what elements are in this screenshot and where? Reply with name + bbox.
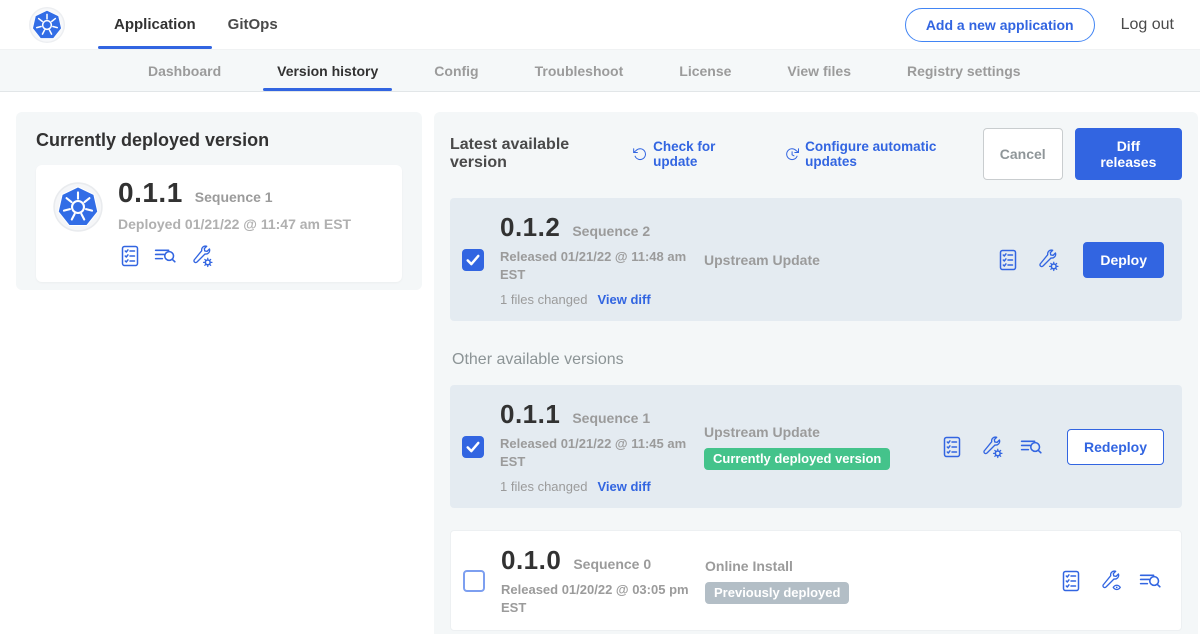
header-tabs: Application GitOps xyxy=(98,0,294,49)
version-checkbox[interactable] xyxy=(463,570,485,592)
released-timestamp: Released 01/20/22 @ 03:05 pm EST xyxy=(501,581,691,616)
currently-deployed-card: Currently deployed version xyxy=(16,112,422,290)
configure-automatic-updates-link[interactable]: Configure automatic updates xyxy=(784,139,983,169)
deploy-logs-icon[interactable] xyxy=(153,243,178,268)
view-config-wrench-eye-icon[interactable] xyxy=(1098,568,1123,593)
sequence-label: Sequence 2 xyxy=(572,223,650,239)
config-wrench-gear-icon[interactable] xyxy=(189,243,214,268)
preflight-checklist-icon[interactable] xyxy=(996,248,1020,272)
version-row-0-1-2: 0.1.2 Sequence 2 Released 01/21/22 @ 11:… xyxy=(450,198,1182,321)
cancel-button[interactable]: Cancel xyxy=(983,128,1063,180)
app-kubernetes-icon xyxy=(52,181,104,233)
released-timestamp: Released 01/21/22 @ 11:45 am EST xyxy=(500,435,690,470)
preflight-checklist-icon[interactable] xyxy=(118,244,142,268)
version-source-label: Upstream Update xyxy=(704,252,940,268)
tab-version-history[interactable]: Version history xyxy=(257,50,398,91)
deployed-sequence-label: Sequence 1 xyxy=(195,189,273,205)
tab-troubleshoot[interactable]: Troubleshoot xyxy=(515,50,644,91)
other-versions-title: Other available versions xyxy=(452,351,1182,369)
add-new-application-button[interactable]: Add a new application xyxy=(905,8,1095,42)
top-header: Application GitOps Add a new application… xyxy=(0,0,1200,50)
view-diff-link[interactable]: View diff xyxy=(597,479,650,494)
tab-license[interactable]: License xyxy=(659,50,751,91)
files-changed-label: 1 files changed xyxy=(500,479,587,494)
deployed-version-number: 0.1.1 xyxy=(118,177,183,209)
version-number: 0.1.1 xyxy=(500,399,560,430)
version-history-panel: Latest available version Check for updat… xyxy=(434,112,1198,634)
version-row-0-1-0: 0.1.0 Sequence 0 Released 01/20/22 @ 03:… xyxy=(450,530,1182,631)
tab-dashboard[interactable]: Dashboard xyxy=(128,50,241,91)
tab-view-files[interactable]: View files xyxy=(767,50,871,91)
released-timestamp: Released 01/21/22 @ 11:48 am EST xyxy=(500,248,690,283)
deployed-version-box: 0.1.1 Sequence 1 Deployed 01/21/22 @ 11:… xyxy=(36,165,402,282)
deploy-logs-icon[interactable] xyxy=(1138,568,1163,593)
version-row-0-1-1: 0.1.1 Sequence 1 Released 01/21/22 @ 11:… xyxy=(450,385,1182,508)
version-source-label: Online Install xyxy=(705,558,941,574)
currently-deployed-badge: Currently deployed version xyxy=(704,448,890,470)
preflight-checklist-icon[interactable] xyxy=(940,435,964,459)
tab-gitops[interactable]: GitOps xyxy=(212,0,294,49)
version-checkbox[interactable] xyxy=(462,436,484,458)
deploy-button[interactable]: Deploy xyxy=(1083,242,1164,278)
previously-deployed-badge: Previously deployed xyxy=(705,582,849,604)
logout-link[interactable]: Log out xyxy=(1121,16,1174,34)
config-wrench-gear-icon[interactable] xyxy=(979,434,1004,459)
version-number: 0.1.2 xyxy=(500,212,560,243)
tab-application[interactable]: Application xyxy=(98,0,212,49)
version-source-label: Upstream Update xyxy=(704,424,940,440)
latest-available-title: Latest available version xyxy=(450,136,622,172)
redeploy-button[interactable]: Redeploy xyxy=(1067,429,1164,465)
view-diff-link[interactable]: View diff xyxy=(597,292,650,307)
sequence-label: Sequence 1 xyxy=(572,410,650,426)
sequence-label: Sequence 0 xyxy=(573,556,651,572)
version-checkbox[interactable] xyxy=(462,249,484,271)
tab-registry-settings[interactable]: Registry settings xyxy=(887,50,1041,91)
version-number: 0.1.0 xyxy=(501,545,561,576)
currently-deployed-title: Currently deployed version xyxy=(36,130,402,151)
files-changed-label: 1 files changed xyxy=(500,292,587,307)
deploy-logs-icon[interactable] xyxy=(1019,434,1044,459)
deployed-timestamp: Deployed 01/21/22 @ 11:47 am EST xyxy=(118,216,351,232)
preflight-checklist-icon[interactable] xyxy=(1059,569,1083,593)
tab-config[interactable]: Config xyxy=(414,50,498,91)
app-subnav: Dashboard Version history Config Trouble… xyxy=(0,50,1200,92)
kubernetes-logo-icon xyxy=(28,6,66,44)
diff-releases-button[interactable]: Diff releases xyxy=(1075,128,1182,180)
check-for-update-link[interactable]: Check for update xyxy=(632,139,758,169)
config-wrench-gear-icon[interactable] xyxy=(1035,247,1060,272)
